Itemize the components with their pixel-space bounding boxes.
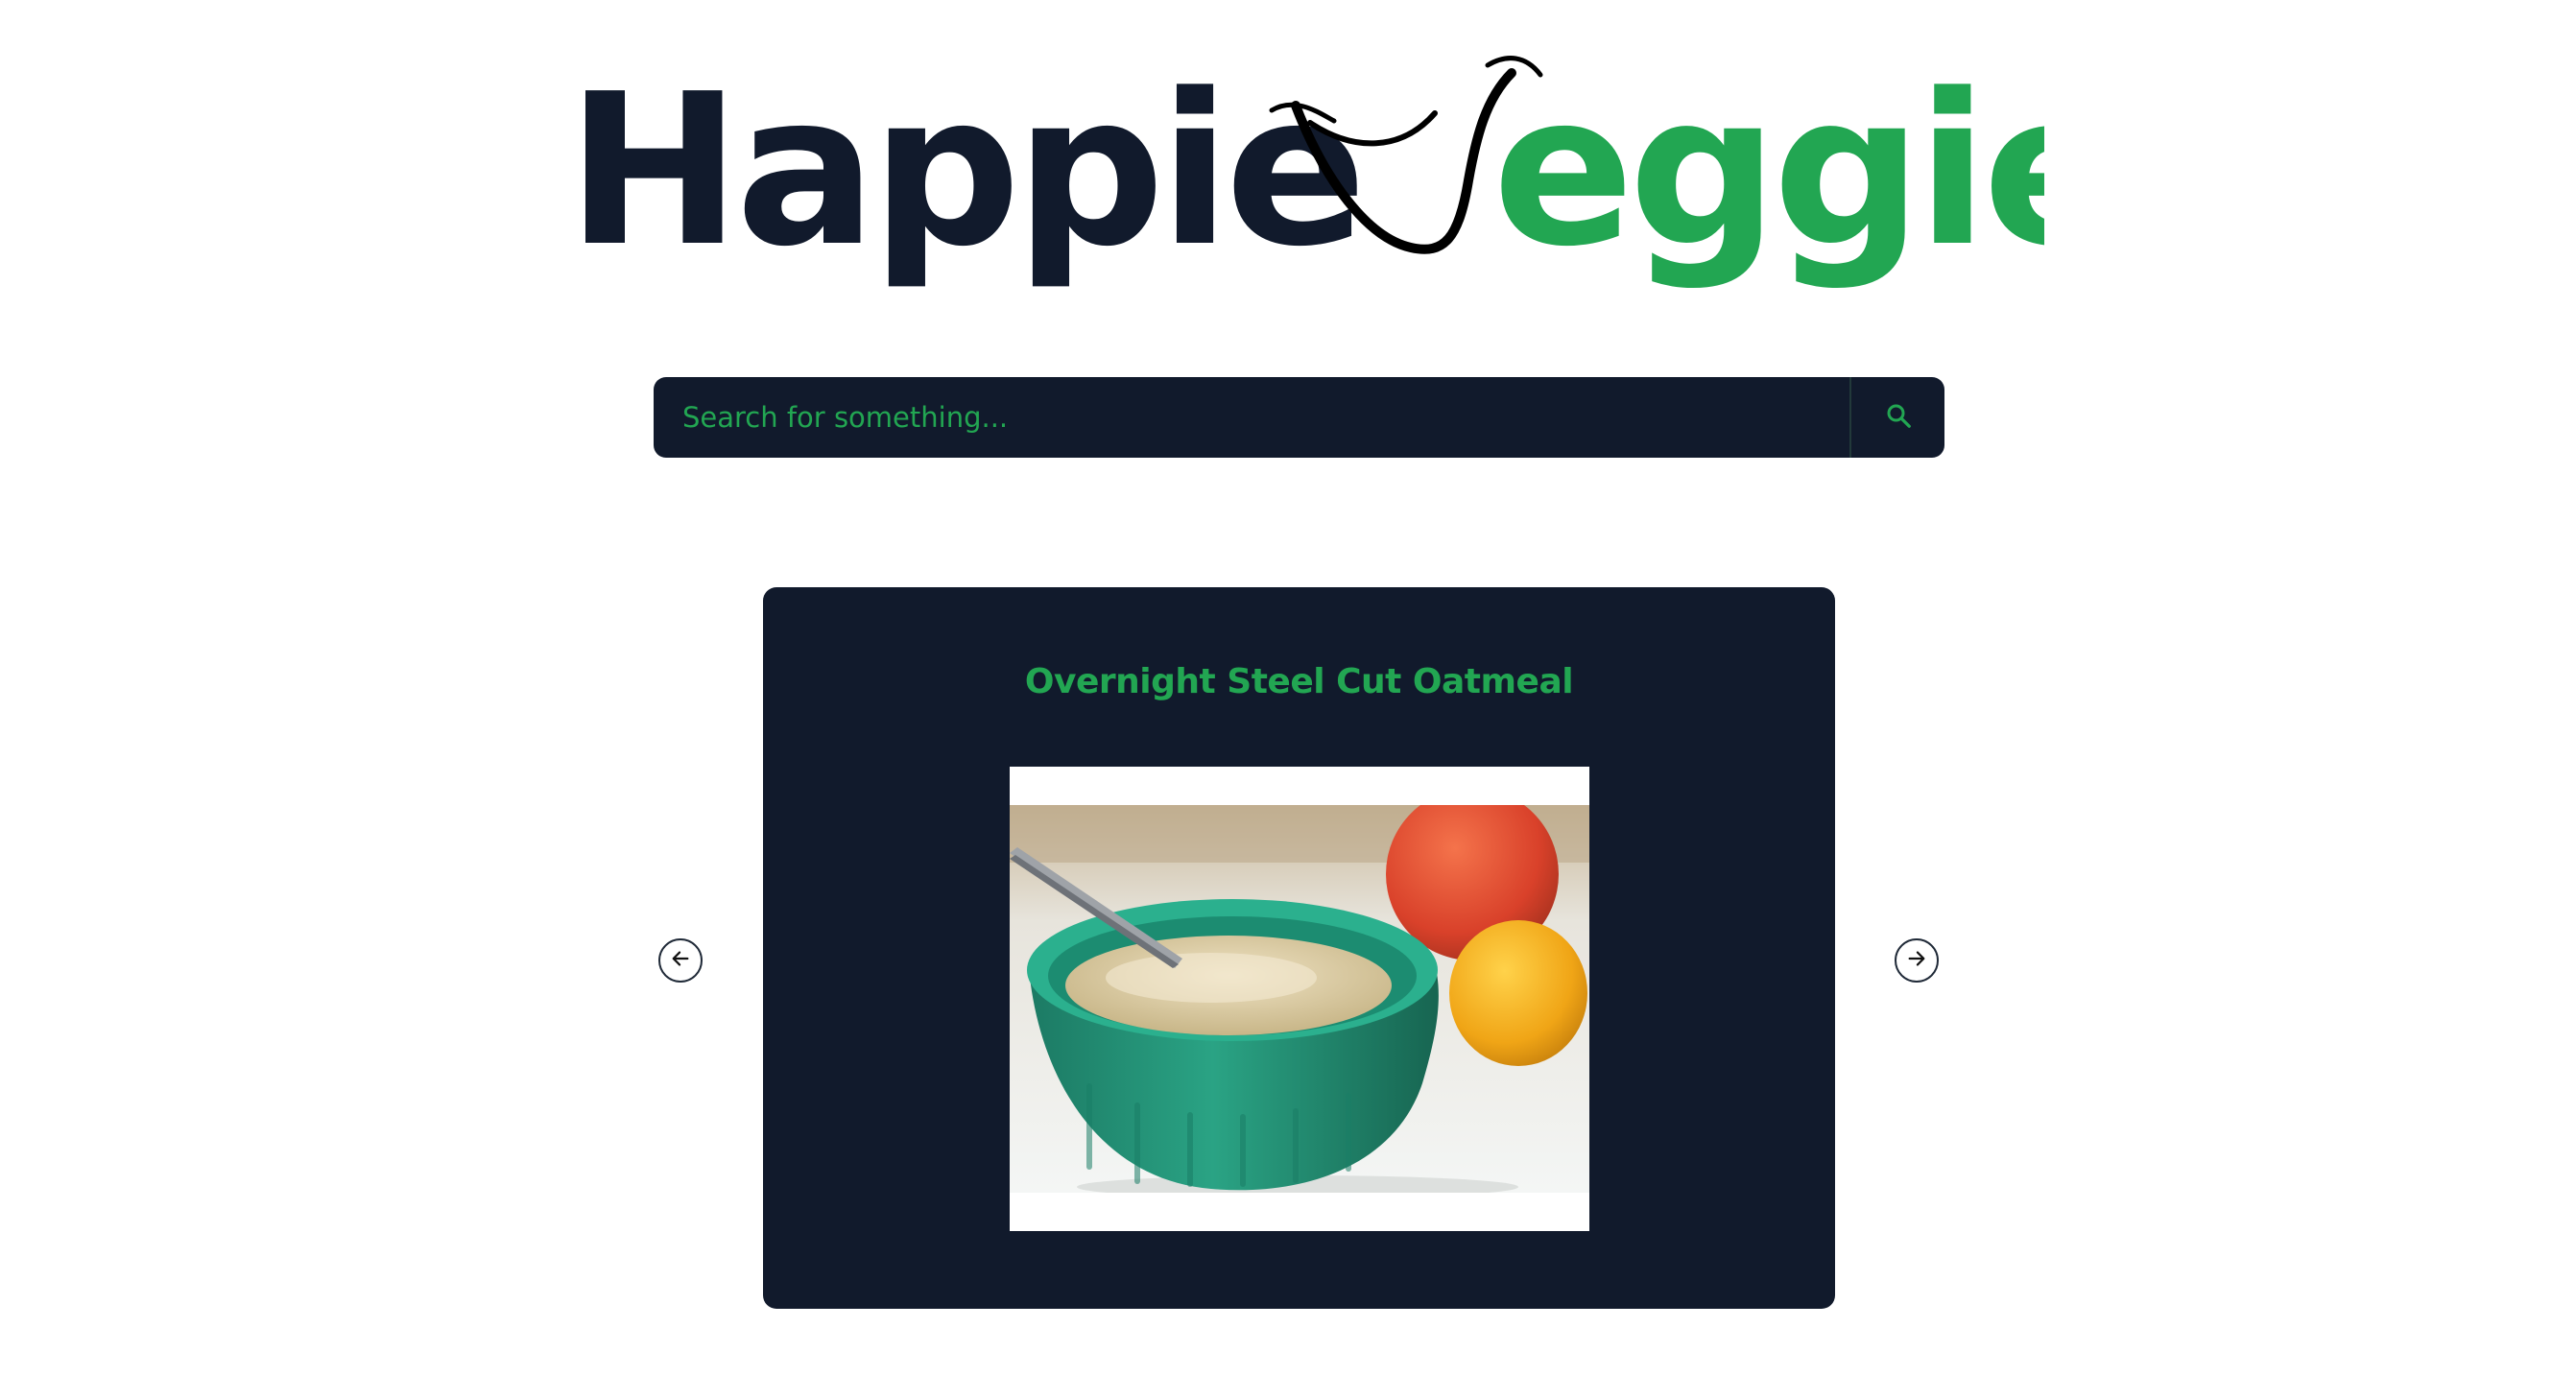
logo-text-eggie: eggie: [1492, 50, 2044, 293]
search-button[interactable]: [1849, 377, 1944, 458]
site-logo[interactable]: Happie eggie: [566, 46, 2044, 296]
carousel-prev-button[interactable]: [658, 938, 703, 983]
arrow-right-icon: [1906, 948, 1927, 973]
search-input[interactable]: [654, 377, 1849, 458]
recipe-title[interactable]: Overnight Steel Cut Oatmeal: [763, 662, 1835, 701]
recipe-image[interactable]: [1010, 767, 1589, 1231]
search-bar: [654, 377, 1944, 458]
search-icon: [1884, 401, 1913, 434]
recipe-card[interactable]: Overnight Steel Cut Oatmeal: [763, 587, 1835, 1309]
carousel-next-button[interactable]: [1895, 938, 1939, 983]
oatmeal-photo: [1010, 767, 1589, 1231]
arrow-left-icon: [670, 948, 691, 973]
logo-text-happie: Happie: [566, 50, 1361, 293]
